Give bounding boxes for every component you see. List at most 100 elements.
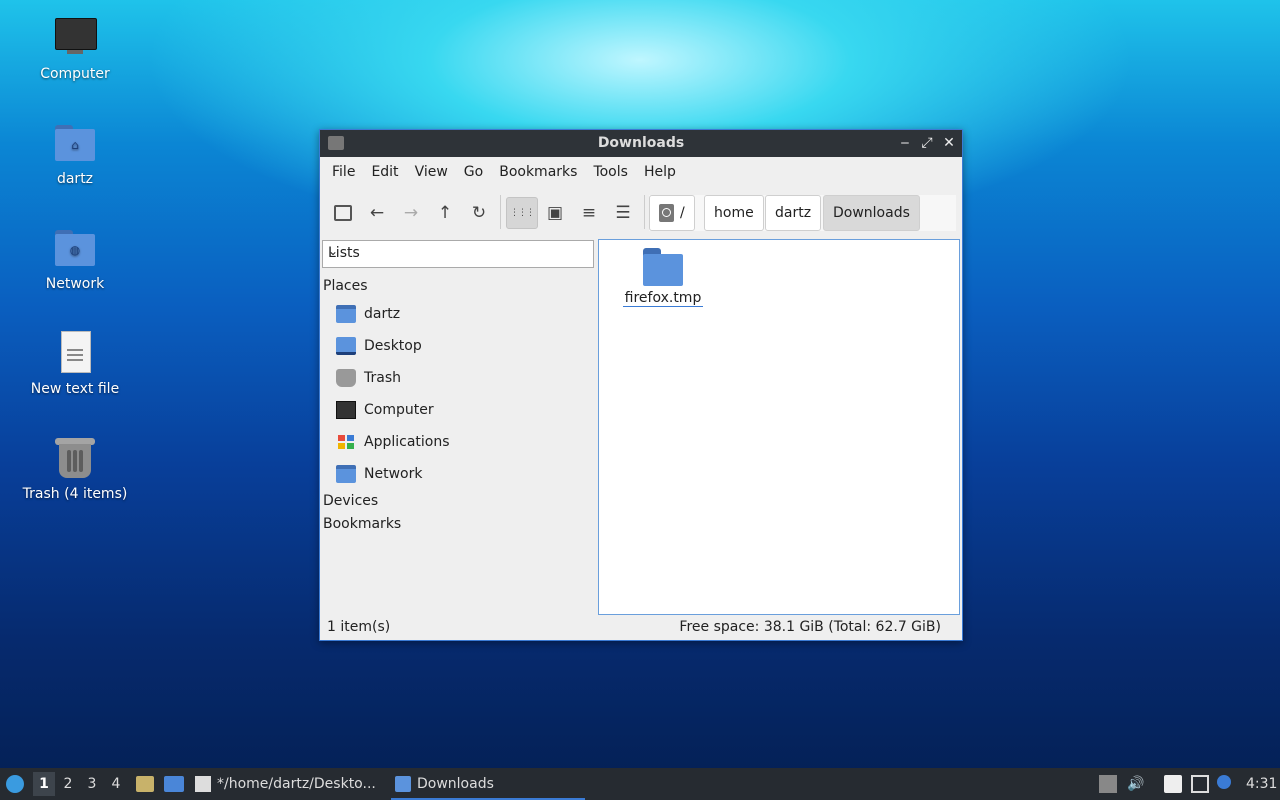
back-button[interactable]: ← (362, 198, 392, 228)
sidebar-item-desktop[interactable]: Desktop (336, 333, 586, 361)
reload-icon: ↻ (471, 203, 487, 223)
sidebar-item-trash[interactable]: Trash (336, 365, 586, 393)
free-space: Free space: 38.1 GiB (Total: 62.7 GiB) (679, 619, 941, 635)
menu-go[interactable]: Go (456, 164, 491, 180)
volume-icon[interactable]: 🔊 (1127, 775, 1145, 793)
toolbar: ← → ↑ ↻ ⋮⋮⋮ ▣ ≡ ☰ / home dartz Downloads (320, 187, 962, 237)
trash-icon (53, 436, 97, 480)
text-file-icon (53, 331, 97, 375)
network-status-icon[interactable] (1191, 775, 1209, 793)
home-folder-icon (336, 305, 356, 323)
eject-icon[interactable] (1099, 775, 1117, 793)
breadcrumb-root-label: / (680, 205, 685, 221)
folder-icon (395, 776, 411, 792)
menu-edit[interactable]: Edit (363, 164, 406, 180)
sidebar-item-label: Computer (364, 402, 434, 418)
item-count: 1 item(s) (327, 619, 391, 635)
desktop-icon-label: dartz (56, 171, 94, 187)
desktop-icon-network[interactable]: ◍ Network (20, 226, 130, 292)
task-label: Downloads (417, 776, 494, 792)
taskbar: 1 2 3 4 */home/dartz/Deskto... Downloads… (0, 768, 1280, 800)
notification-icon[interactable] (1217, 775, 1231, 789)
computer-icon (53, 16, 97, 60)
network-folder-icon: ◍ (53, 226, 97, 270)
detailed-view-button[interactable]: ☰ (608, 198, 638, 228)
network-icon (336, 465, 356, 483)
menu-bar: File Edit View Go Bookmarks Tools Help (320, 157, 962, 187)
compact-view-button[interactable]: ≡ (574, 198, 604, 228)
desktop-icon-dartz[interactable]: ⌂ dartz (20, 121, 130, 187)
desktop-icon-label: New text file (30, 381, 120, 397)
folder-icon (643, 248, 683, 286)
breadcrumb-root[interactable]: / (649, 195, 695, 231)
bookmarks-heading[interactable]: Bookmarks (323, 516, 401, 532)
forward-button[interactable]: → (396, 198, 426, 228)
title-bar[interactable]: Downloads ‒ ⤢ ✕ (320, 130, 962, 157)
clock[interactable]: 4:31 (1246, 768, 1277, 800)
sidebar-item-label: Trash (364, 370, 401, 386)
menu-tools[interactable]: Tools (585, 164, 636, 180)
maximize-button[interactable]: ⤢ (918, 133, 936, 153)
toolbar-separator (644, 195, 645, 229)
task-text-editor[interactable]: */home/dartz/Deskto... (191, 770, 407, 798)
desktop-icon-trash[interactable]: Trash (4 items) (20, 436, 130, 502)
menu-help[interactable]: Help (636, 164, 684, 180)
workspace-3[interactable]: 3 (81, 772, 103, 796)
computer-icon (336, 401, 356, 419)
menu-view[interactable]: View (407, 164, 456, 180)
applications-icon (336, 433, 356, 451)
breadcrumb-downloads[interactable]: Downloads (823, 195, 920, 231)
places-heading[interactable]: Places (323, 278, 368, 294)
workspace-4[interactable]: 4 (105, 772, 127, 796)
thumbnail-view-button[interactable]: ▣ (540, 198, 570, 228)
file-name: firefox.tmp (622, 290, 704, 307)
workspace-2[interactable]: 2 (57, 772, 79, 796)
drive-icon (659, 204, 674, 222)
new-tab-icon (334, 205, 352, 221)
window-title: Downloads (597, 135, 685, 151)
desktop-icon-computer[interactable]: Computer (20, 16, 130, 82)
reload-button[interactable]: ↻ (464, 198, 494, 228)
compact-view-icon: ≡ (581, 203, 597, 223)
sidebar-item-label: Network (364, 466, 423, 482)
devices-heading[interactable]: Devices (323, 493, 378, 509)
new-tab-button[interactable] (328, 198, 358, 228)
desktop-icon-new-text-file[interactable]: New text file (20, 331, 130, 397)
forward-icon: → (403, 203, 419, 223)
menu-file[interactable]: File (324, 164, 363, 180)
clipboard-icon[interactable] (1164, 775, 1182, 793)
task-downloads[interactable]: Downloads (391, 770, 585, 800)
up-button[interactable]: ↑ (430, 198, 460, 228)
workspace-1[interactable]: 1 (33, 772, 55, 796)
breadcrumb-home[interactable]: home (704, 195, 764, 231)
file-manager-window: Downloads ‒ ⤢ ✕ File Edit View Go Bookma… (319, 129, 963, 641)
sidebar-item-label: dartz (364, 306, 401, 322)
chevron-down-icon: ⌄ (328, 244, 339, 258)
desktop-icon-label: Network (45, 276, 105, 292)
show-desktop-button[interactable] (161, 768, 185, 800)
close-button[interactable]: ✕ (940, 133, 958, 153)
file-item[interactable]: firefox.tmp (621, 248, 705, 307)
minimize-button[interactable]: ‒ (896, 133, 914, 153)
desktop-icon-label: Computer (40, 66, 110, 82)
sidebar-item-applications[interactable]: Applications (336, 429, 586, 457)
desktop-icon (336, 337, 356, 355)
side-pane-selector[interactable]: Lists ⌄ (322, 240, 594, 268)
sidebar-item-dartz[interactable]: dartz (336, 301, 586, 329)
thumbnail-view-icon: ▣ (546, 203, 564, 223)
sidebar-item-computer[interactable]: Computer (336, 397, 586, 425)
task-label: */home/dartz/Deskto... (217, 776, 376, 792)
breadcrumb-dartz[interactable]: dartz (765, 195, 822, 231)
sidebar-item-network[interactable]: Network (336, 461, 586, 489)
status-bar: 1 item(s) Free space: 38.1 GiB (Total: 6… (320, 616, 962, 640)
icon-view-button[interactable]: ⋮⋮⋮ (506, 197, 538, 229)
file-manager-launcher[interactable] (133, 768, 157, 800)
text-editor-icon (195, 776, 211, 792)
file-manager-icon (136, 776, 154, 792)
desktop-icon (164, 776, 184, 792)
trash-icon (336, 369, 356, 387)
menu-bookmarks[interactable]: Bookmarks (491, 164, 585, 180)
icon-view-icon: ⋮⋮⋮ (510, 208, 535, 218)
file-view[interactable]: firefox.tmp (598, 239, 960, 615)
app-menu-button[interactable] (4, 768, 28, 800)
